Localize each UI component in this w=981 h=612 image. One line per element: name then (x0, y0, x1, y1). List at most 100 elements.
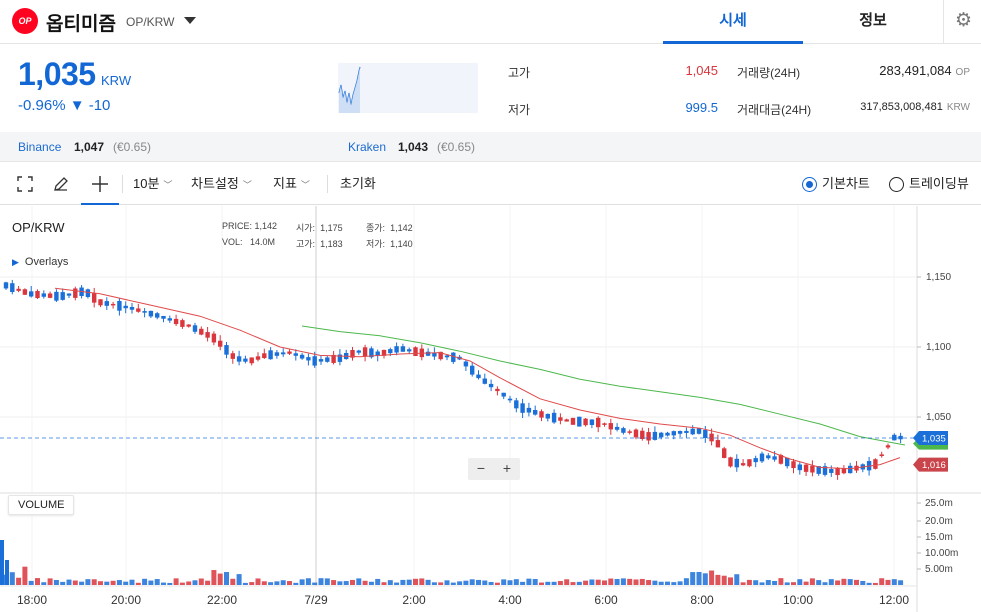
candle-body (659, 432, 664, 438)
basic-chart-label[interactable]: 기본차트 (822, 163, 870, 205)
zoom-out-button[interactable]: − (468, 460, 494, 476)
candle-body (129, 307, 135, 310)
volume-bar (885, 579, 891, 585)
volume-bar (287, 581, 292, 585)
zoom-in-button[interactable]: + (494, 460, 520, 476)
volume-bar (746, 579, 752, 585)
volume-bar (469, 579, 475, 585)
volume-bar (274, 581, 280, 585)
candle-body (362, 347, 368, 357)
coin-name[interactable]: 옵티미즘 (46, 9, 116, 36)
chart-settings-dropdown[interactable]: 차트설정 ﹀ (191, 163, 252, 205)
volume-bar (872, 582, 878, 585)
candle-body (614, 426, 620, 430)
chart-canvas[interactable]: 1,150 1,100 1,050 25.0m 20.0m 15.0m 10.00m 5.00… (0, 206, 981, 612)
tab-info[interactable]: 정보 (803, 0, 943, 44)
overlays-toggle[interactable]: ▶ Overlays (12, 256, 68, 268)
price-chart[interactable]: 1,150 1,100 1,050 25.0m 20.0m 15.0m 10.00m 5.00… (0, 206, 981, 612)
volume-bar (501, 579, 507, 585)
interval-label: 10분 (133, 176, 160, 191)
candle-body (829, 469, 834, 473)
price-tick-label: 1,050 (926, 412, 951, 423)
volume-bar (539, 582, 544, 585)
indicators-dropdown[interactable]: 지표 ﹀ (273, 163, 310, 205)
volume-bar (520, 581, 526, 585)
low-value: 999.5 (685, 100, 718, 115)
pencil-icon[interactable] (48, 163, 74, 205)
volume-bar (740, 582, 746, 585)
high-label: 고가 (508, 66, 531, 80)
chevron-down-icon: ﹀ (300, 180, 310, 190)
volume-bar (268, 582, 274, 585)
crosshair-icon[interactable] (81, 163, 119, 205)
candle-body (715, 440, 721, 448)
volume-bar (633, 579, 639, 585)
interval-dropdown[interactable]: 10분 ﹀ (133, 163, 172, 205)
candle-body (262, 353, 267, 359)
volume-bar (350, 579, 355, 585)
volume-bar (211, 570, 217, 585)
volume-stat: 283,491,084 OP (820, 63, 970, 78)
volume-bar (394, 582, 400, 585)
legend-price-label: PRICE: (222, 221, 253, 231)
volume-bar (324, 578, 330, 585)
candle-body (709, 433, 714, 442)
volume-bar (72, 580, 78, 585)
chevron-down-icon[interactable] (184, 17, 196, 24)
candle-body (879, 454, 884, 457)
volume-bar (22, 566, 28, 585)
volume-bar (494, 582, 500, 585)
volume-bar (526, 578, 532, 585)
volume-bar (9, 572, 15, 585)
candle-body (589, 419, 595, 425)
volume-bar (450, 582, 456, 585)
volume-bar (828, 579, 834, 585)
volume-bar (457, 581, 463, 585)
tradingview-label[interactable]: 트레이딩뷰 (909, 163, 969, 205)
volume-bar (406, 579, 412, 585)
exchange-name-kraken[interactable]: Kraken (348, 140, 386, 154)
volume-bar (116, 580, 122, 585)
candle-body (148, 310, 154, 317)
exchange-diff-binance: (€0.65) (113, 140, 152, 154)
time-label: 6:00 (594, 593, 618, 607)
candle-body (885, 445, 891, 448)
candle-body (180, 320, 185, 327)
candle-body (117, 300, 122, 311)
volume-bar (425, 579, 431, 585)
indicators-label: 지표 (273, 176, 297, 191)
fullscreen-icon[interactable] (12, 163, 38, 205)
volume-bar (847, 579, 853, 585)
volume-bar (217, 573, 223, 585)
volume-bar (627, 578, 633, 585)
candle-body (173, 318, 179, 325)
gear-icon[interactable]: ⚙ (955, 11, 972, 31)
volume-bar (387, 580, 393, 585)
turnover-stat: 317,853,008,481 KRW (820, 101, 970, 113)
time-label: 20:00 (111, 593, 141, 607)
exchange-row: Binance 1,047 (€0.65) Kraken 1,043 (€0.6… (0, 132, 981, 162)
top-bar: OP 옵티미즘 OP/KRW 시세 정보 ⚙ (0, 0, 981, 44)
candle-body (526, 407, 532, 413)
volume-bar (431, 582, 437, 585)
legend-high-label: 고가: (296, 239, 316, 249)
volume-bar (854, 579, 859, 585)
radio-tradingview[interactable] (889, 177, 904, 192)
exchange-name-binance[interactable]: Binance (18, 140, 61, 154)
reset-button[interactable]: 초기화 (340, 163, 376, 205)
candle-body (684, 430, 689, 433)
volume-bar (715, 574, 721, 585)
volume-bar (665, 581, 670, 585)
candle-body (255, 356, 261, 360)
tab-price[interactable]: 시세 (663, 0, 803, 44)
candle-body (677, 431, 683, 434)
volume-bar (413, 578, 418, 585)
candle-body (835, 467, 840, 476)
candle-body (696, 428, 702, 434)
candle-body (514, 400, 519, 409)
radio-basic-chart[interactable] (802, 177, 817, 192)
legend-vol: VOL: 14.0M (222, 237, 275, 247)
candle-body (848, 465, 853, 474)
candle-body (501, 392, 506, 397)
volume-bar (898, 580, 904, 585)
